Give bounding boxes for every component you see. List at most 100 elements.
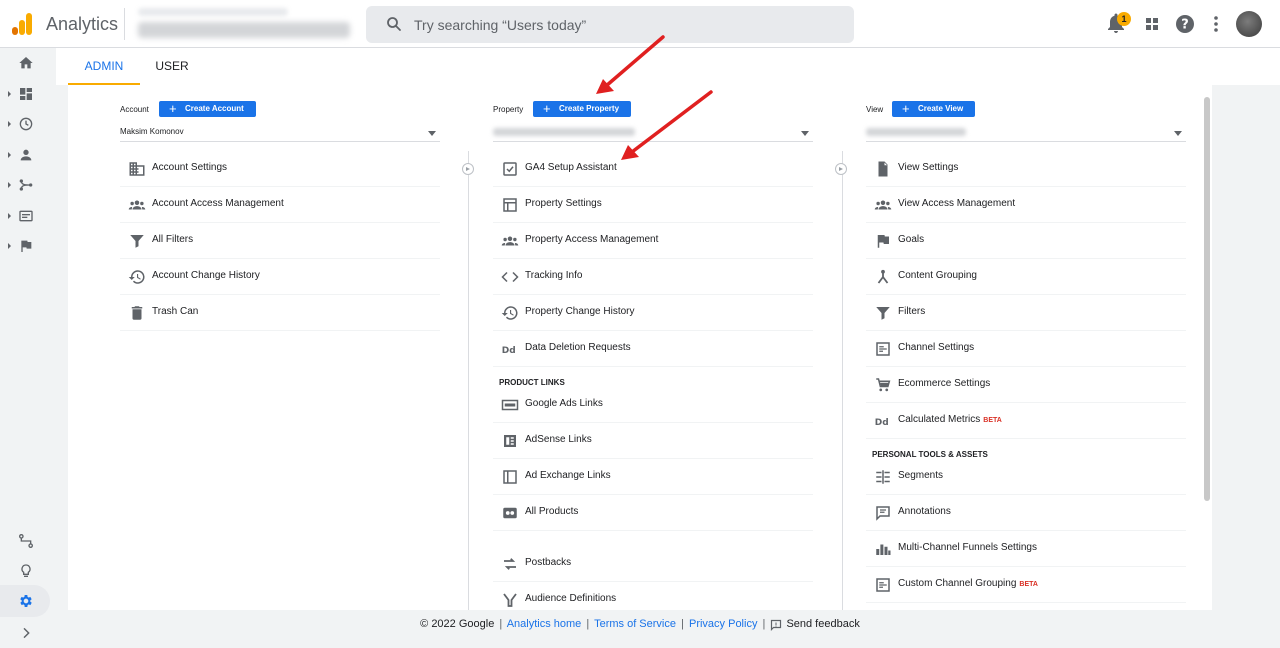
- acquisition-icon: [19, 179, 33, 191]
- people-icon: [874, 200, 892, 210]
- footer: © 2022 Google | Analytics home | Terms o…: [420, 618, 860, 631]
- nav-customization[interactable]: [0, 79, 56, 109]
- menu-segments[interactable]: Segments: [866, 459, 1186, 495]
- menu-calculated-metrics[interactable]: Dd Calculated Metrics BETA: [866, 403, 1186, 439]
- person-icon: [20, 149, 32, 161]
- filter-icon: [876, 307, 890, 320]
- menu-mcf-settings[interactable]: Multi-Channel Funnels Settings: [866, 531, 1186, 567]
- grouping-icon: [877, 269, 889, 284]
- plus-icon: +: [902, 101, 910, 116]
- clock-icon: [19, 117, 33, 131]
- notification-badge: 1: [1117, 12, 1131, 26]
- menu-custom-channel-grouping[interactable]: Custom Channel Grouping BETA: [866, 567, 1186, 603]
- help-button[interactable]: ?: [1173, 12, 1197, 36]
- nav-conversions[interactable]: [0, 231, 56, 261]
- menu-tracking-info[interactable]: Tracking Info: [493, 259, 813, 295]
- create-account-button[interactable]: + Create Account: [159, 101, 256, 117]
- menu-view-settings[interactable]: View Settings: [866, 151, 1186, 187]
- dropdown-arrow-icon: [428, 131, 436, 136]
- nav-home[interactable]: [0, 48, 56, 78]
- create-property-button[interactable]: + Create Property: [533, 101, 632, 117]
- audience-icon: [503, 593, 517, 607]
- menu-annotations[interactable]: Annotations: [866, 495, 1186, 531]
- menu-view-access[interactable]: View Access Management: [866, 187, 1186, 223]
- menu-filters[interactable]: Filters: [866, 295, 1186, 331]
- menu-property-change-history[interactable]: Property Change History: [493, 295, 813, 331]
- nav-acquisition[interactable]: [0, 170, 56, 200]
- products-icon: [503, 507, 517, 519]
- account-path-blurred: [138, 8, 288, 16]
- account-selector[interactable]: Maksim Komonov: [120, 125, 440, 142]
- view-selected-blurred: [866, 128, 966, 136]
- svg-text:?: ?: [1181, 18, 1189, 33]
- history-icon: [128, 270, 145, 284]
- create-view-button[interactable]: + Create View: [892, 101, 976, 117]
- menu-content-grouping[interactable]: Content Grouping: [866, 259, 1186, 295]
- send-feedback-button[interactable]: Send feedback: [770, 618, 860, 631]
- avatar[interactable]: [1236, 11, 1262, 37]
- more-options-button[interactable]: [1204, 12, 1228, 36]
- menu-account-change-history[interactable]: Account Change History: [120, 259, 440, 295]
- menu-data-deletion-requests[interactable]: Dd Data Deletion Requests: [493, 331, 813, 367]
- view-selector[interactable]: [866, 125, 1186, 142]
- menu-all-products[interactable]: All Products: [493, 495, 813, 531]
- menu-trash-can[interactable]: Trash Can: [120, 295, 440, 331]
- menu-ga4-setup-assistant[interactable]: GA4 Setup Assistant: [493, 151, 813, 187]
- menu-postbacks[interactable]: Postbacks: [493, 546, 813, 582]
- property-selector[interactable]: [493, 125, 813, 142]
- search-bar[interactable]: [366, 6, 854, 43]
- tab-admin[interactable]: ADMIN: [68, 48, 140, 85]
- footer-link-analytics-home[interactable]: Analytics home: [507, 618, 582, 630]
- menu-all-filters[interactable]: All Filters: [120, 223, 440, 259]
- bar-chart-icon: [876, 544, 891, 555]
- admin-tabs: ADMIN USER: [56, 48, 1280, 85]
- adexchange-icon: [503, 470, 517, 484]
- menu-goals[interactable]: Goals: [866, 223, 1186, 259]
- svg-text:Dd: Dd: [875, 418, 889, 428]
- beta-badge: BETA: [1019, 581, 1038, 588]
- divider: [124, 8, 125, 40]
- cart-icon: [876, 378, 891, 392]
- section-personal-tools: PERSONAL TOOLS & ASSETS: [872, 450, 988, 459]
- segments-icon: [876, 470, 890, 484]
- search-input[interactable]: [414, 6, 834, 43]
- tab-user[interactable]: USER: [150, 48, 194, 85]
- menu-account-settings[interactable]: Account Settings: [120, 151, 440, 187]
- menu-adsense-links[interactable]: AdSense Links: [493, 423, 813, 459]
- gear-icon: [20, 595, 32, 607]
- menu-audience-definitions[interactable]: Audience Definitions: [493, 582, 813, 610]
- footer-link-privacy[interactable]: Privacy Policy: [689, 618, 757, 630]
- footer-link-terms[interactable]: Terms of Service: [594, 618, 676, 630]
- attribution-icon: [19, 534, 33, 548]
- feedback-icon: [771, 619, 782, 631]
- svg-text:Dd: Dd: [502, 346, 516, 356]
- nav-attribution[interactable]: [0, 526, 56, 556]
- menu-property-settings[interactable]: Property Settings: [493, 187, 813, 223]
- menu-google-ads-links[interactable]: Google Ads Links: [493, 387, 813, 423]
- menu-account-access[interactable]: Account Access Management: [120, 187, 440, 223]
- property-selected-blurred: [493, 128, 635, 136]
- menu-ad-exchange-links[interactable]: Ad Exchange Links: [493, 459, 813, 495]
- left-nav: [0, 48, 56, 648]
- nav-audience[interactable]: [0, 140, 56, 170]
- nav-discover[interactable]: [0, 556, 56, 586]
- dropdown-arrow-icon: [801, 131, 809, 136]
- home-icon: [19, 57, 33, 69]
- more-vert-icon: [1214, 16, 1218, 32]
- menu-ecommerce-settings[interactable]: Ecommerce Settings: [866, 367, 1186, 403]
- account-selected: Maksim Komonov: [120, 127, 184, 136]
- menu-channel-settings[interactable]: Channel Settings: [866, 331, 1186, 367]
- nav-behavior[interactable]: [0, 201, 56, 231]
- nav-admin[interactable]: [0, 586, 56, 616]
- dd-icon: Dd: [502, 346, 516, 356]
- apps-button[interactable]: [1140, 12, 1164, 36]
- menu-property-access[interactable]: Property Access Management: [493, 223, 813, 259]
- layout-icon: [503, 198, 517, 212]
- nav-realtime[interactable]: [0, 109, 56, 139]
- panel-scrollbar[interactable]: [1204, 97, 1210, 501]
- filter-icon: [130, 235, 144, 248]
- behavior-icon: [19, 210, 33, 222]
- analytics-logo-icon[interactable]: [12, 13, 32, 35]
- trash-icon: [131, 306, 143, 320]
- adsense-icon: [504, 435, 516, 447]
